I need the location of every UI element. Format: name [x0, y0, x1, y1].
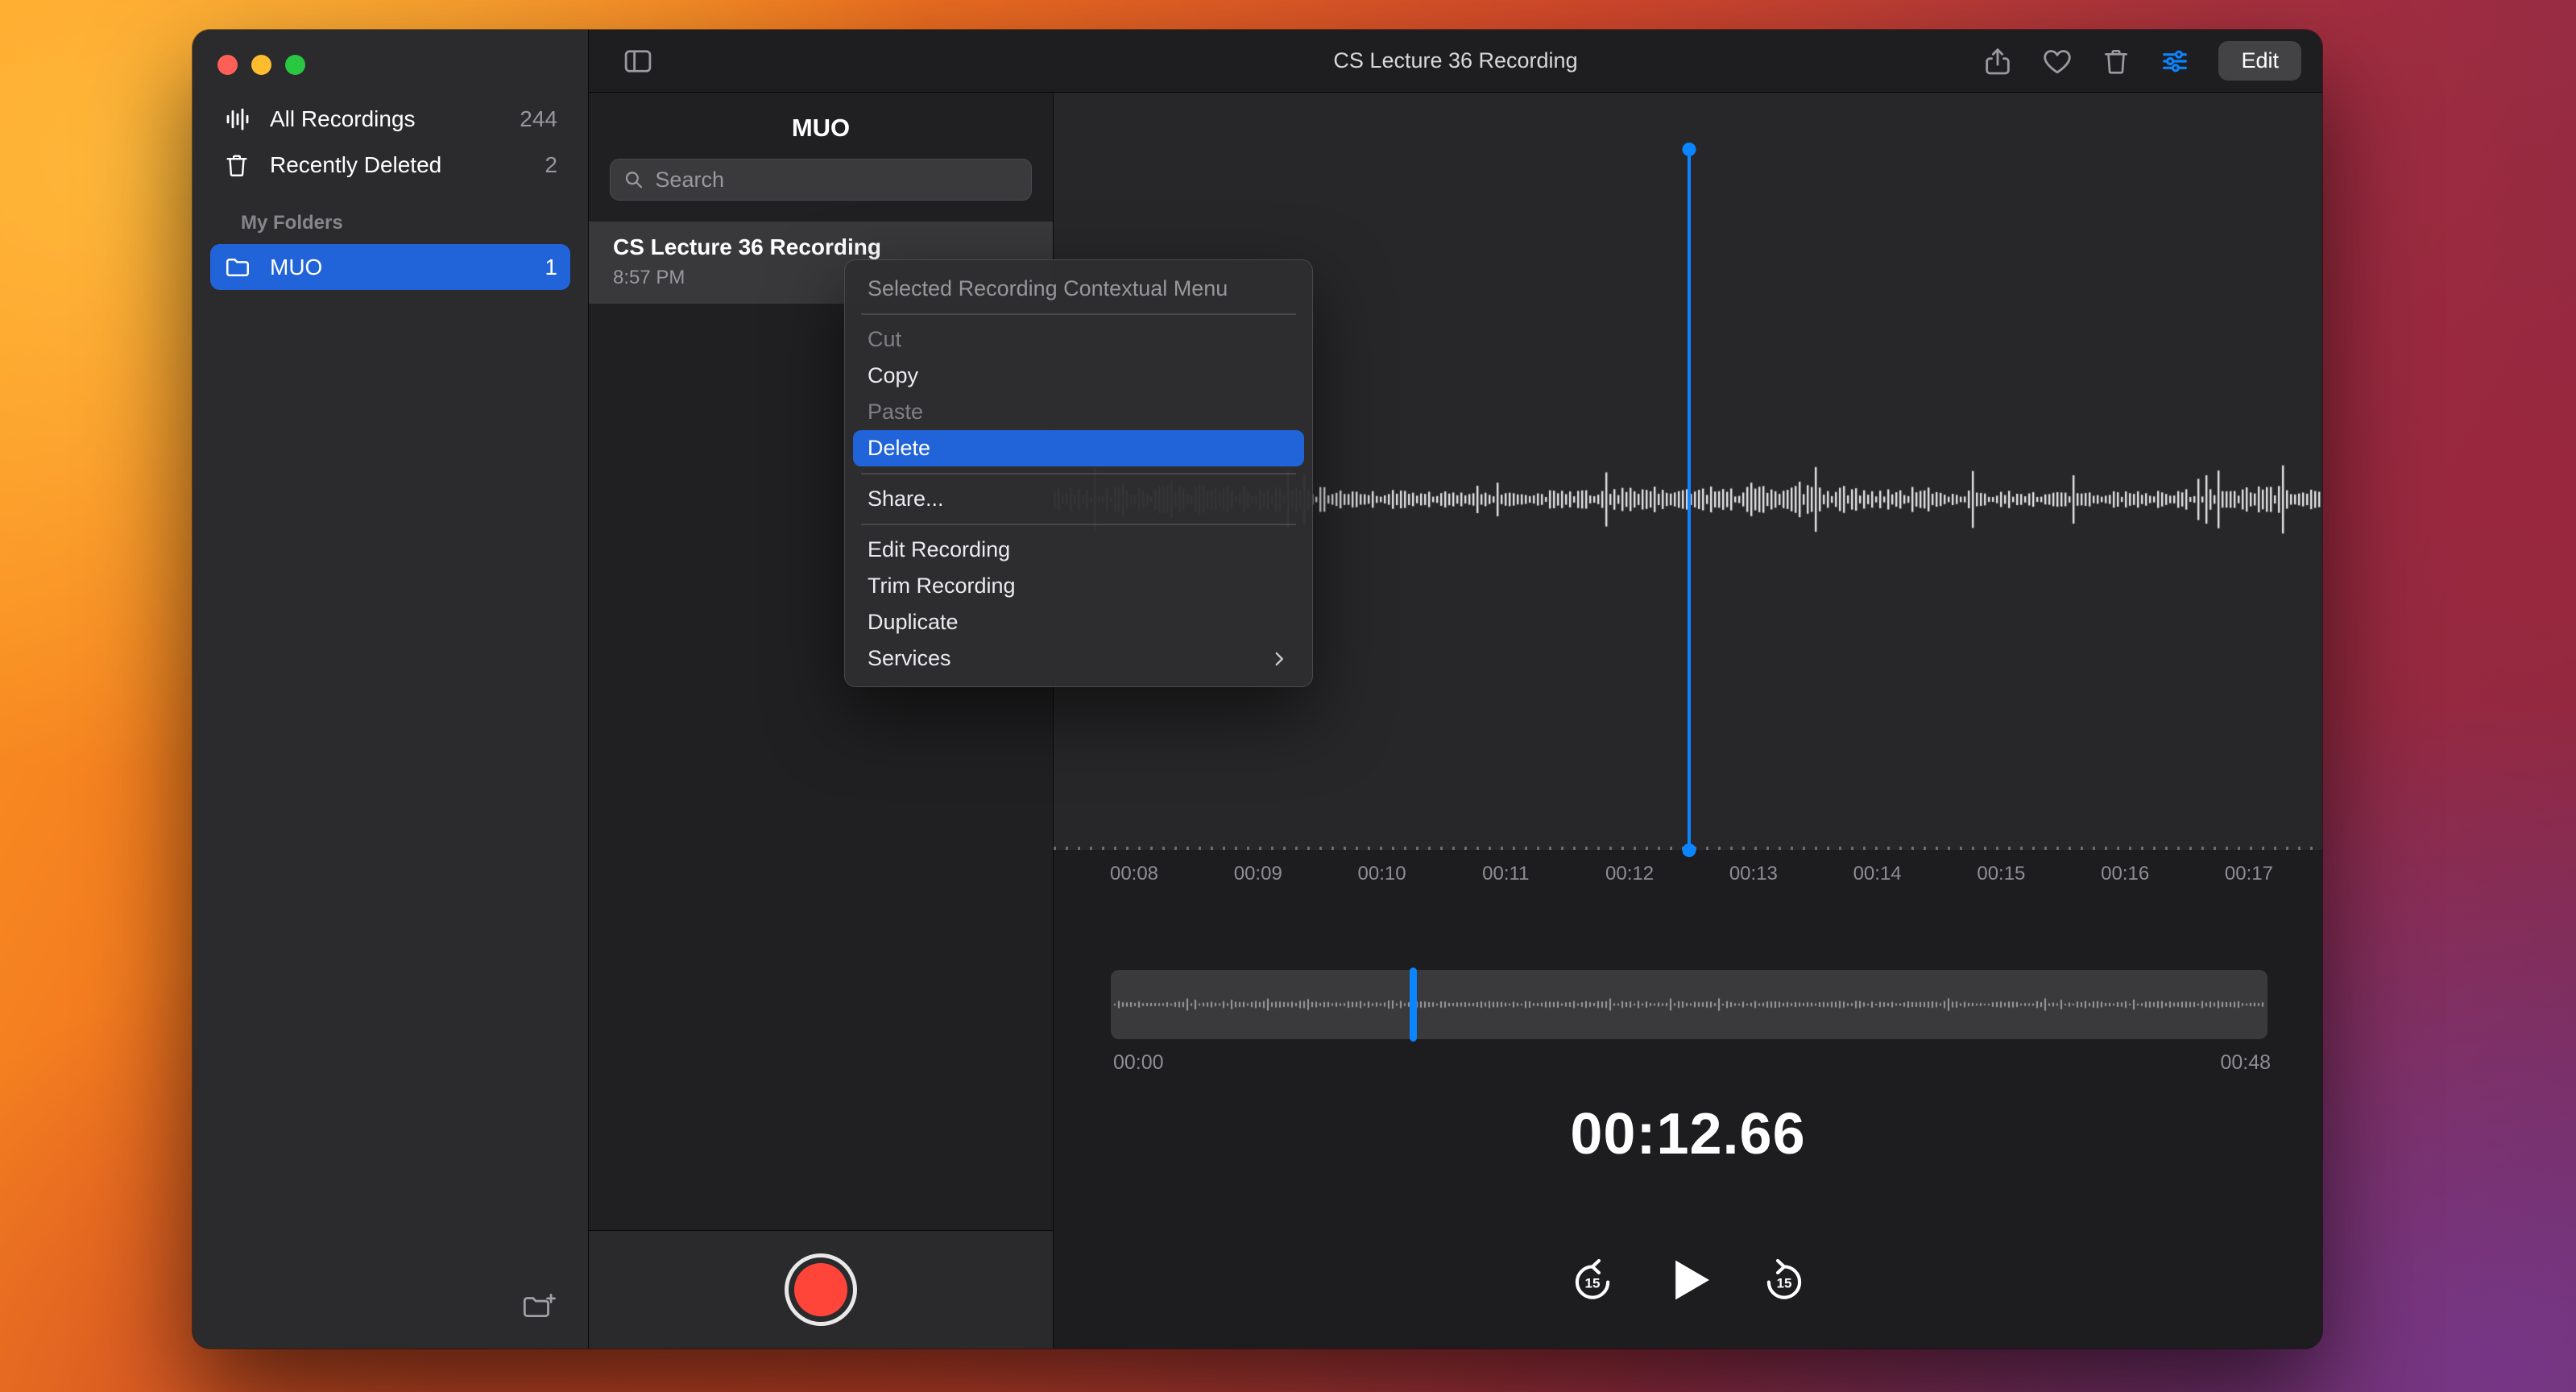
sidebar-item-count: 244 [520, 106, 557, 132]
zoom-button[interactable] [285, 55, 305, 75]
menu-item-label: Services [868, 646, 951, 671]
overview-playhead[interactable] [1410, 967, 1417, 1042]
close-button[interactable] [217, 55, 238, 75]
menu-separator [861, 524, 1296, 525]
time-ruler: 00:08 00:09 00:10 00:11 00:12 00:13 00:1… [1054, 853, 2322, 901]
context-menu-item-edit-recording[interactable]: Edit Recording [853, 532, 1304, 568]
playhead[interactable] [1688, 150, 1691, 850]
ruler-tick: 00:09 [1198, 863, 1319, 885]
minimize-button[interactable] [251, 55, 271, 75]
new-folder-button[interactable] [520, 1289, 557, 1326]
record-footer [589, 1230, 1053, 1348]
playback-settings-icon [2159, 45, 2191, 77]
context-menu-item-trim-recording[interactable]: Trim Recording [853, 568, 1304, 604]
menu-separator [861, 473, 1296, 474]
context-menu-item-paste: Paste [853, 394, 1304, 430]
window-content: CS Lecture 36 Recording [589, 30, 2322, 1348]
ruler-tick: 00:12 [1569, 863, 1690, 885]
waveform-icon [223, 105, 257, 134]
play-button[interactable] [1658, 1249, 1719, 1311]
skip-back-15-icon: 15 [1568, 1255, 1617, 1305]
context-menu-item-duplicate[interactable]: Duplicate [853, 604, 1304, 640]
overview-scrubber[interactable] [1111, 970, 2267, 1039]
titlebar: CS Lecture 36 Recording [589, 30, 2322, 93]
ruler-tick: 00:08 [1074, 863, 1195, 885]
overview-canvas [1111, 970, 2267, 1039]
skip-back-button[interactable]: 15 [1568, 1255, 1617, 1305]
search-icon [622, 167, 645, 193]
heart-icon [2041, 45, 2073, 77]
sidebar: All Recordings 244 Recently Deleted 2 My… [193, 30, 589, 1348]
context-menu: Selected Recording Contextual Menu Cut C… [844, 259, 1313, 687]
list-header-title: MUO [589, 93, 1053, 159]
window-title: CS Lecture 36 Recording [1333, 48, 1577, 73]
context-menu-item-cut: Cut [853, 321, 1304, 358]
playback-controls: 15 15 [1054, 1249, 2322, 1311]
chevron-right-icon [1269, 648, 1290, 669]
sidebar-item-count: 1 [545, 255, 557, 280]
ruler-tick: 00:11 [1445, 863, 1566, 885]
voice-memos-window: All Recordings 244 Recently Deleted 2 My… [193, 30, 2322, 1348]
playback-settings-button[interactable] [2159, 45, 2191, 77]
svg-text:15: 15 [1776, 1275, 1791, 1290]
share-button[interactable] [1982, 45, 2014, 77]
ruler-tick: 00:10 [1322, 863, 1443, 885]
context-menu-title: Selected Recording Contextual Menu [845, 270, 1312, 307]
overview-end-time: 00:48 [2220, 1051, 2271, 1075]
sidebar-section-my-folders: My Folders [210, 188, 570, 244]
sidebar-item-recently-deleted[interactable]: Recently Deleted 2 [210, 142, 570, 188]
edit-button[interactable]: Edit [2218, 41, 2301, 81]
ruler-tick: 00:15 [1940, 863, 2061, 885]
sidebar-toggle-button[interactable] [621, 44, 655, 78]
sidebar-item-label: All Recordings [270, 106, 416, 132]
sidebar-item-all-recordings[interactable]: All Recordings 244 [210, 96, 570, 142]
sidebar-item-label: MUO [270, 255, 322, 280]
context-menu-item-services[interactable]: Services [853, 640, 1304, 677]
svg-text:15: 15 [1584, 1275, 1600, 1290]
record-dot-icon [794, 1263, 847, 1316]
current-time-display: 00:12.66 [1054, 1101, 2322, 1167]
ruler-tick: 00:13 [1693, 863, 1814, 885]
folder-icon [223, 253, 257, 282]
search-input[interactable] [653, 167, 1020, 193]
skip-forward-15-icon: 15 [1759, 1255, 1809, 1305]
context-menu-item-delete[interactable]: Delete [853, 430, 1304, 466]
favorite-button[interactable] [2041, 45, 2073, 77]
ruler-tick: 00:17 [2189, 863, 2309, 885]
search-field[interactable] [610, 159, 1032, 201]
skip-forward-button[interactable]: 15 [1759, 1255, 1809, 1305]
context-menu-item-copy[interactable]: Copy [853, 358, 1304, 394]
sidebar-item-label: Recently Deleted [270, 152, 441, 178]
delete-recording-button[interactable] [2101, 46, 2131, 77]
trash-icon [223, 151, 257, 179]
trash-icon [2101, 46, 2131, 77]
share-icon [1982, 45, 2014, 77]
ruler-tick: 00:16 [2065, 863, 2185, 885]
record-button[interactable] [785, 1253, 857, 1326]
sidebar-item-count: 2 [545, 152, 557, 178]
overview-start-time: 00:00 [1113, 1051, 1164, 1075]
recording-title: CS Lecture 36 Recording [613, 234, 1029, 260]
window-controls [193, 30, 588, 75]
context-menu-item-share[interactable]: Share... [853, 481, 1304, 517]
play-icon [1658, 1249, 1719, 1311]
menu-separator [861, 313, 1296, 315]
sidebar-item-muo[interactable]: MUO 1 [210, 244, 570, 290]
ruler-tick: 00:14 [1817, 863, 1938, 885]
